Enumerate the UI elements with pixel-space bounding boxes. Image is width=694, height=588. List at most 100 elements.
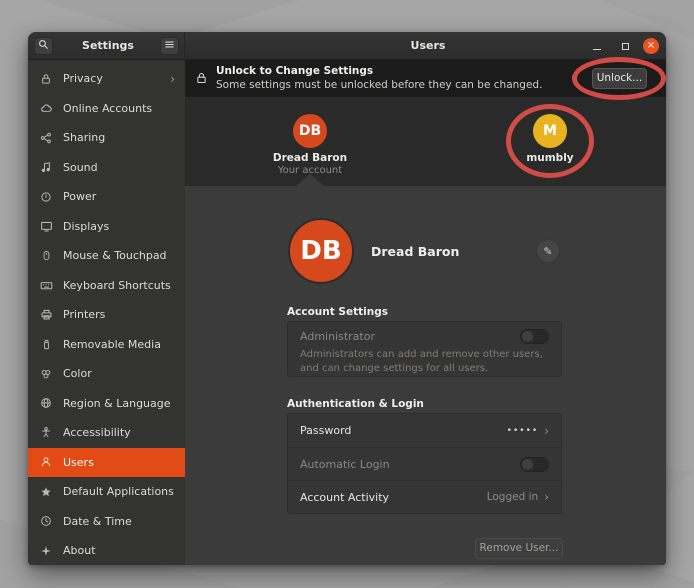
search-icon	[38, 39, 49, 53]
hamburger-icon	[164, 39, 175, 53]
sidebar: Privacy › Online Accounts Sharing Sound …	[28, 60, 185, 565]
chevron-right-icon: ›	[170, 72, 175, 86]
users-panel: Unlock to Change Settings Some settings …	[185, 60, 666, 565]
titlebar[interactable]: Settings Users ×	[28, 32, 666, 60]
music-note-icon	[39, 160, 53, 174]
unlock-banner-subtitle: Some settings must be unlocked before th…	[216, 79, 542, 91]
toggle-knob	[522, 459, 533, 470]
close-button[interactable]: ×	[643, 38, 659, 54]
sidebar-item-region-language[interactable]: Region & Language	[28, 389, 185, 419]
automatic-login-row: Automatic Login	[288, 447, 561, 480]
minimize-button[interactable]	[589, 38, 605, 54]
sidebar-item-mouse-touchpad[interactable]: Mouse & Touchpad	[28, 241, 185, 271]
sidebar-item-label: Sharing	[63, 131, 105, 144]
maximize-icon	[622, 43, 629, 50]
edit-name-button[interactable]: ✎	[536, 239, 560, 263]
sidebar-item-label: Users	[63, 456, 94, 469]
auth-login-heading: Authentication & Login	[287, 398, 424, 410]
sidebar-item-label: Keyboard Shortcuts	[63, 279, 171, 292]
account-settings-card: Administrator Administrators can add and…	[287, 321, 562, 377]
account-activity-row[interactable]: Account Activity Logged in ›	[288, 480, 561, 513]
sidebar-item-default-applications[interactable]: Default Applications	[28, 477, 185, 507]
sidebar-item-sharing[interactable]: Sharing	[28, 123, 185, 153]
sidebar-item-label: Date & Time	[63, 515, 132, 528]
sidebar-item-keyboard-shortcuts[interactable]: Keyboard Shortcuts	[28, 271, 185, 301]
menu-button[interactable]	[160, 37, 179, 55]
sidebar-item-label: Sound	[63, 161, 98, 174]
clock-icon	[39, 514, 53, 528]
avatar: DB	[293, 114, 327, 148]
sidebar-item-label: Displays	[63, 220, 109, 233]
settings-title: Settings	[68, 32, 148, 60]
display-icon	[39, 219, 53, 233]
power-icon	[39, 190, 53, 204]
account-settings-heading: Account Settings	[287, 306, 388, 318]
mouse-icon	[39, 249, 53, 263]
minimize-icon	[593, 49, 601, 50]
unlock-button[interactable]: Unlock...	[592, 68, 647, 89]
sidebar-item-removable-media[interactable]: Removable Media	[28, 330, 185, 360]
sidebar-item-color[interactable]: Color	[28, 359, 185, 389]
sidebar-item-label: Accessibility	[63, 426, 131, 439]
printer-icon	[39, 308, 53, 322]
globe-icon	[39, 396, 53, 410]
account-activity-value: Logged in	[487, 491, 538, 503]
sidebar-item-privacy[interactable]: Privacy ›	[28, 64, 185, 94]
sidebar-item-label: Online Accounts	[63, 102, 152, 115]
unlock-banner: Unlock to Change Settings Some settings …	[185, 60, 666, 97]
titlebar-left: Settings	[28, 32, 185, 60]
settings-window: Settings Users × Privacy › Online Accoun…	[28, 32, 666, 565]
close-icon: ×	[647, 38, 655, 54]
user-detail: DB Dread Baron ✎ Account Settings Admini…	[185, 186, 666, 565]
carousel-selection-notch	[296, 174, 324, 186]
sidebar-item-about[interactable]: About	[28, 536, 185, 565]
automatic-login-toggle[interactable]	[520, 457, 549, 472]
share-icon	[39, 131, 53, 145]
maximize-button[interactable]	[617, 38, 633, 54]
search-button[interactable]	[34, 37, 53, 55]
sidebar-item-sound[interactable]: Sound	[28, 153, 185, 183]
sidebar-item-label: Mouse & Touchpad	[63, 249, 167, 262]
toggle-knob	[522, 331, 533, 342]
administrator-row: Administrator	[288, 322, 561, 346]
sidebar-item-label: Printers	[63, 308, 105, 321]
carousel-user-dread-baron[interactable]: DB Dread Baron Your account	[250, 114, 370, 176]
user-name: Dread Baron	[250, 152, 370, 164]
sidebar-item-label: Privacy	[63, 72, 103, 85]
user-carousel: DB Dread Baron Your account M mumbly	[185, 97, 666, 186]
password-label: Password	[300, 424, 351, 437]
sidebar-item-date-time[interactable]: Date & Time	[28, 507, 185, 537]
users-title: Users	[358, 32, 498, 60]
lock-icon	[195, 71, 208, 88]
starburst-icon	[39, 544, 53, 558]
person-icon	[39, 455, 53, 469]
sidebar-item-label: About	[63, 544, 96, 557]
user-fullname: Dread Baron	[371, 244, 459, 259]
sidebar-item-printers[interactable]: Printers	[28, 300, 185, 330]
user-name: mumbly	[490, 152, 610, 164]
chevron-right-icon: ›	[544, 424, 549, 438]
sidebar-item-accessibility[interactable]: Accessibility	[28, 418, 185, 448]
sidebar-item-displays[interactable]: Displays	[28, 212, 185, 242]
star-icon	[39, 485, 53, 499]
avatar: DB	[288, 218, 354, 284]
password-row[interactable]: Password ••••• ›	[288, 414, 561, 447]
carousel-user-mumbly[interactable]: M mumbly	[490, 114, 610, 164]
password-dots: •••••	[507, 426, 539, 436]
color-swatches-icon	[39, 367, 53, 381]
administrator-description: Administrators can add and remove other …	[288, 346, 561, 383]
administrator-toggle[interactable]	[520, 329, 549, 344]
avatar: M	[533, 114, 567, 148]
automatic-login-label: Automatic Login	[300, 458, 390, 471]
sidebar-item-label: Power	[63, 190, 96, 203]
auth-login-card: Password ••••• › Automatic Login Account…	[287, 413, 562, 514]
pencil-icon: ✎	[543, 245, 552, 258]
sidebar-item-online-accounts[interactable]: Online Accounts	[28, 94, 185, 124]
sidebar-item-users[interactable]: Users	[28, 448, 185, 478]
remove-user-button[interactable]: Remove User...	[475, 538, 563, 559]
sidebar-item-label: Region & Language	[63, 397, 171, 410]
sidebar-item-power[interactable]: Power	[28, 182, 185, 212]
sidebar-item-label: Removable Media	[63, 338, 161, 351]
usb-drive-icon	[39, 337, 53, 351]
cloud-icon	[39, 101, 53, 115]
